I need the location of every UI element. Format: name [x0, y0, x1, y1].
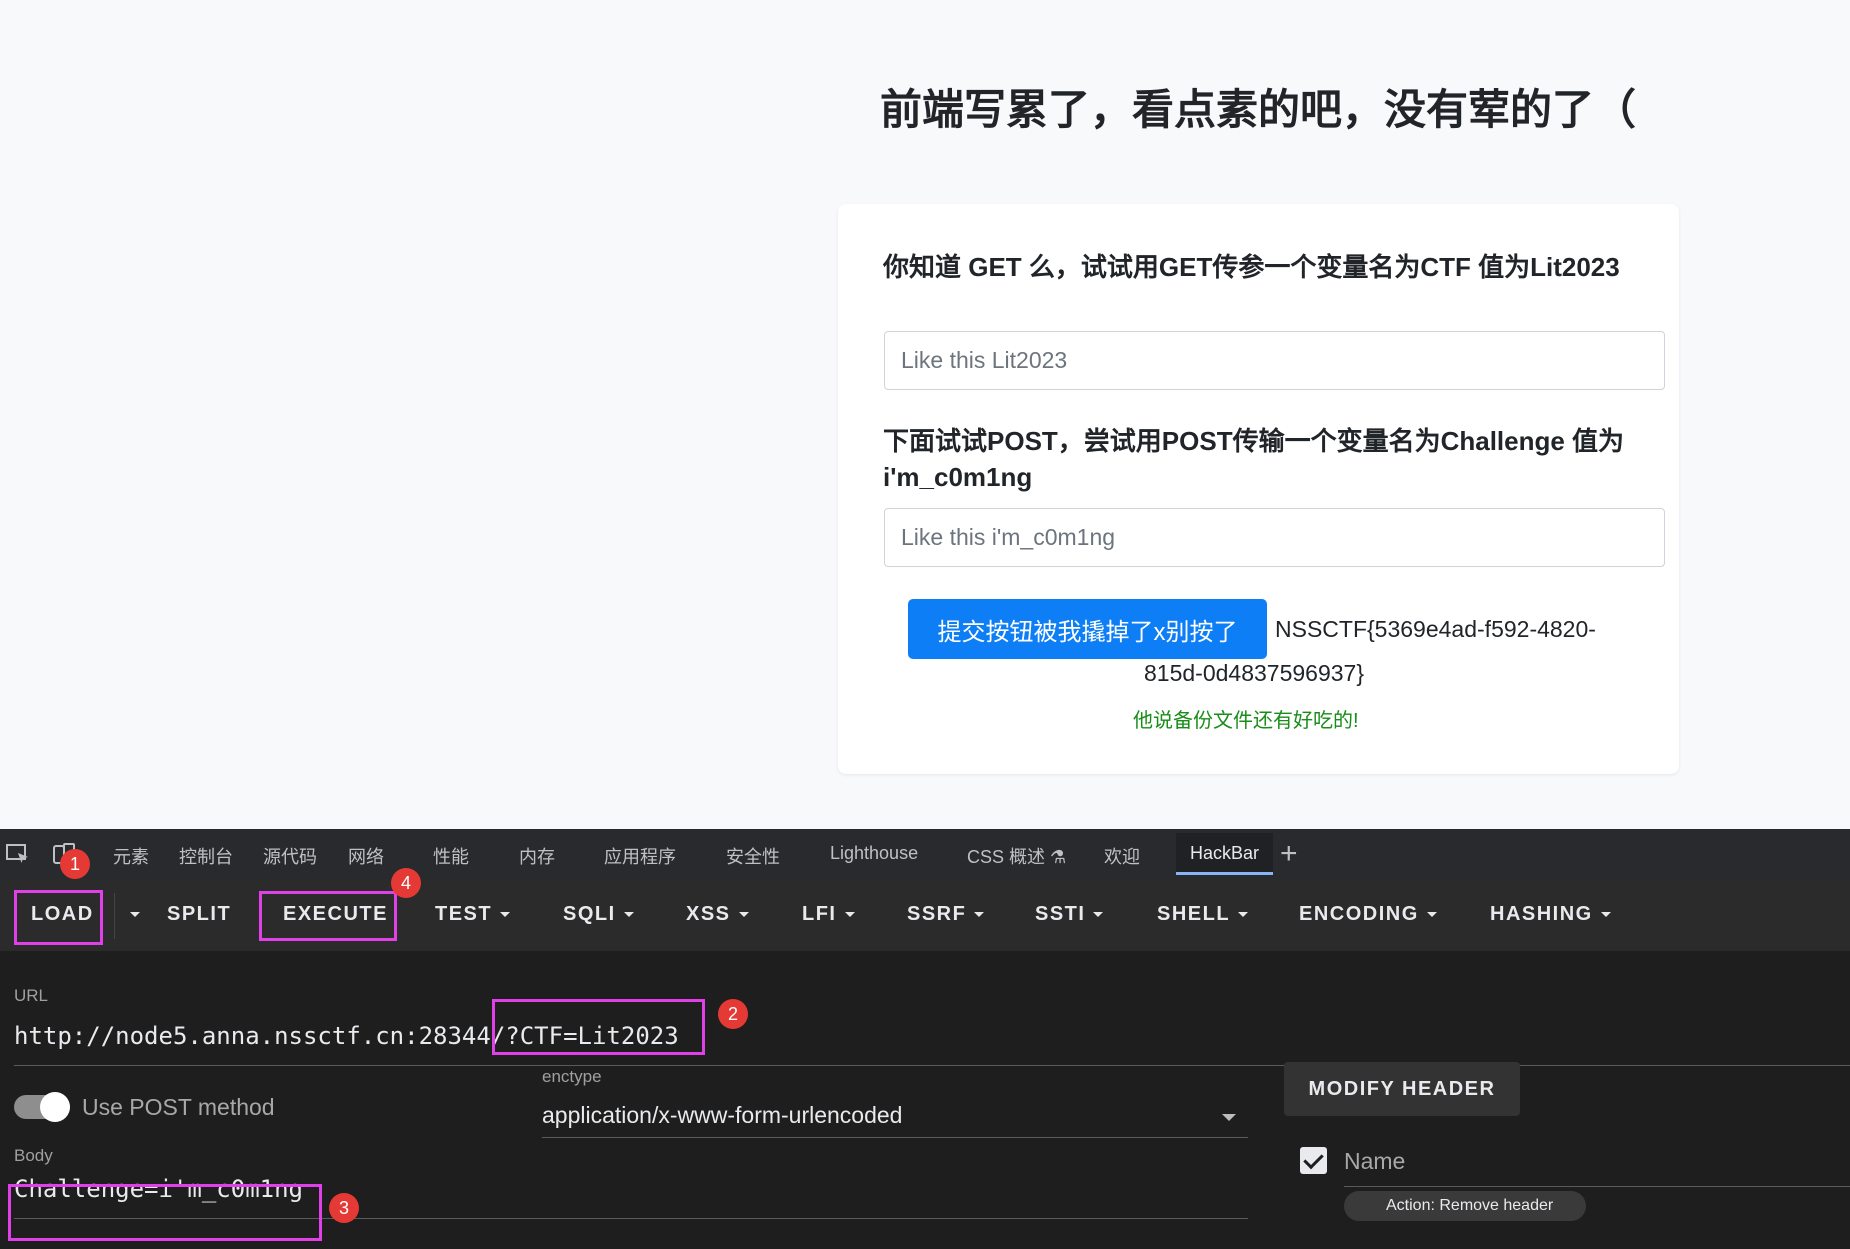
add-tab-icon[interactable]: + [1280, 837, 1298, 871]
sqli-menu-label: SQLI [563, 903, 616, 925]
xss-menu-button[interactable]: XSS [686, 903, 749, 926]
chevron-down-icon [1426, 912, 1437, 918]
flag-text-line1: NSSCTF{5369e4ad-f592-4820- [1275, 616, 1596, 642]
step-badge-3: 3 [329, 1193, 359, 1223]
url-label: URL [14, 986, 49, 1005]
web-page: 前端写累了，看点素的吧，没有荤的了（ 你知道 GET 么，试试用GET传参一个变… [0, 0, 1850, 829]
submit-button[interactable]: 提交按钮被我撬掉了x别按了 [908, 599, 1267, 659]
header-name-underline [1344, 1186, 1850, 1187]
tab-sources[interactable]: 源代码 [263, 843, 317, 869]
ssti-menu-button[interactable]: SSTI [1035, 903, 1104, 926]
header-name-label: Name [1344, 1148, 1406, 1174]
test-menu-button[interactable]: TEST [435, 903, 511, 926]
post-prompt: 下面试试POST，尝试用POST传输一个变量名为Challenge 值为 i'm… [883, 426, 1625, 492]
tab-application[interactable]: 应用程序 [604, 843, 676, 869]
tab-css-overview[interactable]: CSS 概述 ⚗ [967, 843, 1066, 869]
tab-hackbar[interactable]: HackBar [1176, 833, 1274, 875]
body-label: Body [14, 1146, 53, 1165]
lfi-menu-label: LFI [802, 903, 837, 925]
hashing-menu-button[interactable]: HASHING [1490, 903, 1611, 926]
tab-network[interactable]: 网络 [348, 843, 384, 869]
get-input[interactable] [884, 331, 1665, 390]
flag-text-line2: 815d-0d4837596937} [1144, 660, 1365, 686]
devtools-tab-bar: 元素 控制台 源代码 网络 性能 内存 应用程序 安全性 Lighthouse … [0, 829, 1850, 879]
lfi-menu-button[interactable]: LFI [802, 903, 855, 926]
ssrf-menu-label: SSRF [907, 903, 967, 925]
sqli-menu-button[interactable]: SQLI [563, 903, 634, 926]
header-enabled-checkbox[interactable] [1300, 1147, 1327, 1174]
hashing-menu-label: HASHING [1490, 903, 1593, 925]
body-highlight-box [8, 1184, 322, 1241]
split-button[interactable]: SPLIT [167, 903, 231, 926]
chevron-down-icon [1600, 912, 1611, 918]
chevron-down-icon [1093, 912, 1104, 918]
inspect-element-icon[interactable] [6, 843, 30, 865]
post-input[interactable] [884, 508, 1665, 567]
ssti-menu-label: SSTI [1035, 903, 1086, 925]
url-base-text: http://node5.anna.nssctf.cn:28344 [14, 1022, 491, 1050]
step-badge-2: 2 [718, 999, 748, 1029]
page-title: 前端写累了，看点素的吧，没有荤的了（ [880, 86, 1637, 133]
execute-highlight-box [259, 891, 397, 941]
step-badge-4: 4 [391, 868, 421, 898]
modify-header-button[interactable]: MODIFY HEADER [1284, 1062, 1520, 1116]
tab-elements[interactable]: 元素 [113, 843, 149, 869]
enctype-select[interactable]: application/x-www-form-urlencoded [542, 1102, 902, 1129]
remove-header-chip[interactable]: Action: Remove header [1344, 1191, 1586, 1221]
chevron-down-icon [500, 912, 511, 918]
chevron-down-icon[interactable] [1222, 1114, 1236, 1121]
enctype-label: enctype [542, 1067, 602, 1086]
chevron-down-icon [974, 912, 985, 918]
get-prompt: 你知道 GET 么，试试用GET传参一个变量名为CTF 值为Lit2023 [883, 252, 1620, 282]
ssrf-menu-button[interactable]: SSRF [907, 903, 985, 926]
encoding-menu-label: ENCODING [1299, 903, 1419, 925]
challenge-card: 你知道 GET 么，试试用GET传参一个变量名为CTF 值为Lit2023 下面… [838, 204, 1679, 774]
chevron-down-icon [1238, 912, 1249, 918]
xss-menu-label: XSS [686, 903, 731, 925]
tab-memory[interactable]: 内存 [519, 843, 555, 869]
tab-console[interactable]: 控制台 [179, 843, 233, 869]
chevron-down-icon [623, 912, 634, 918]
enctype-underline [542, 1137, 1248, 1138]
step-badge-1: 1 [60, 849, 90, 879]
post-method-toggle-knob[interactable] [40, 1092, 70, 1122]
load-dropdown-caret-icon[interactable] [122, 903, 140, 926]
shell-menu-label: SHELL [1157, 903, 1231, 925]
encoding-menu-button[interactable]: ENCODING [1299, 903, 1437, 926]
tab-performance[interactable]: 性能 [433, 843, 469, 869]
chevron-down-icon [844, 912, 855, 918]
shell-menu-button[interactable]: SHELL [1157, 903, 1249, 926]
chevron-down-icon [738, 912, 749, 918]
post-method-label: Use POST method [82, 1094, 275, 1120]
url-query-highlight-box [492, 999, 705, 1055]
tab-security[interactable]: 安全性 [726, 843, 780, 869]
toolbar-divider [114, 893, 115, 939]
load-highlight-box [14, 890, 103, 945]
tab-lighthouse[interactable]: Lighthouse [830, 843, 918, 864]
url-underline [14, 1065, 1850, 1066]
test-menu-label: TEST [435, 903, 493, 925]
tab-welcome[interactable]: 欢迎 [1104, 843, 1140, 869]
hint-text: 他说备份文件还有好吃的! [1133, 710, 1359, 732]
